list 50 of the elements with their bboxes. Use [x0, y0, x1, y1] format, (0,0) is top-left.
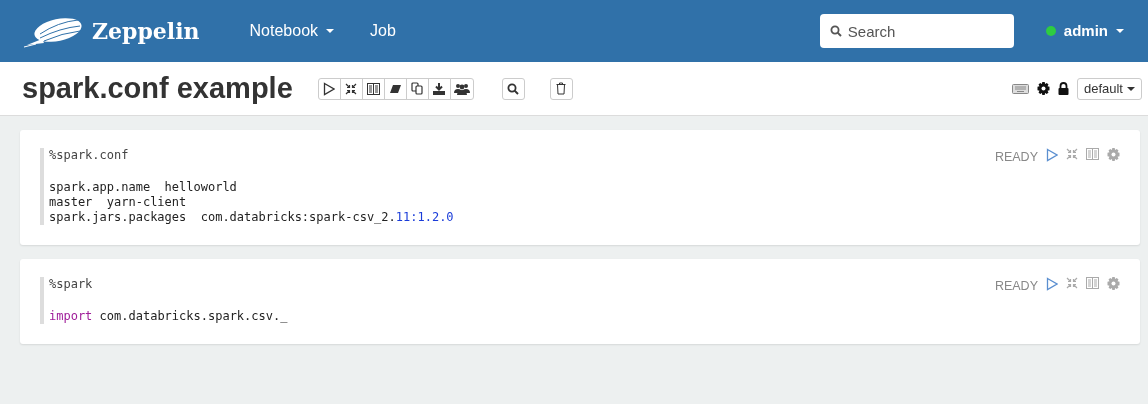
paragraph-status: READY — [994, 278, 1038, 295]
settings-icon — [1036, 82, 1050, 95]
code-line: master yarn-client — [49, 195, 188, 210]
play-icon — [323, 81, 336, 96]
search-icon — [507, 82, 520, 95]
interpreter-dropdown[interactable]: default — [1076, 77, 1142, 100]
caret-icon — [1116, 29, 1124, 33]
eraser-icon — [388, 83, 402, 94]
hide-output-button[interactable] — [361, 77, 385, 100]
collapse-arrows-icon — [1066, 148, 1078, 160]
export-button[interactable] — [427, 77, 451, 100]
search-icon — [829, 25, 842, 37]
people-icon — [453, 82, 470, 95]
clone-button[interactable] — [405, 77, 429, 100]
trash-icon — [556, 82, 567, 95]
caret-icon — [1127, 86, 1135, 91]
paragraph-status: READY — [994, 149, 1038, 166]
play-icon — [1046, 277, 1058, 291]
search-field[interactable]: Search — [819, 14, 1014, 48]
clear-output-button[interactable] — [383, 77, 407, 100]
download-icon — [433, 82, 446, 95]
code-editor[interactable]: %spark.conf spark.app.name helloworld master yarn-client spark.jars.packages com.databricks:spark-csv_2.11:1.2.0 — [40, 148, 995, 225]
search-button[interactable] — [501, 77, 525, 100]
lock-icon — [1057, 82, 1069, 95]
delete-button[interactable] — [549, 77, 573, 100]
nav-menu[interactable]: Notebook — [243, 18, 341, 44]
book-icon — [1086, 148, 1099, 160]
code-editor[interactable]: %spark import com.databricks.spark.csv._ — [40, 277, 995, 324]
hide-code-button[interactable] — [339, 77, 363, 100]
copy-icon — [411, 82, 424, 95]
collapse-arrows-icon — [1066, 277, 1078, 289]
book-icon — [1086, 277, 1099, 289]
nav-menu[interactable]: Job — [364, 18, 402, 44]
user-menu[interactable]: admin — [1039, 18, 1130, 44]
collapse-arrows-icon — [345, 82, 358, 95]
run-all-button[interactable] — [317, 77, 341, 100]
gear-icon — [1107, 148, 1120, 161]
notebook-title: spark.conf example — [22, 71, 293, 106]
gear-icon — [1107, 277, 1120, 290]
keyboard-icon — [1011, 83, 1029, 94]
book-icon — [366, 82, 380, 95]
code-line: spark.jars.packages com.databricks:spark-csv_2.11:1.2.0 — [49, 210, 455, 225]
permissions-button[interactable] — [449, 77, 474, 100]
play-icon — [1046, 148, 1058, 162]
brand-name[interactable]: Zeppelin — [92, 14, 200, 48]
interpreter-line: %spark.conf — [49, 148, 130, 163]
code-line: import com.databricks.spark.csv._ — [49, 309, 289, 324]
code-line: spark.app.name helloworld — [49, 180, 238, 195]
caret-icon — [326, 29, 335, 33]
interpreter-line: %spark — [49, 277, 94, 292]
